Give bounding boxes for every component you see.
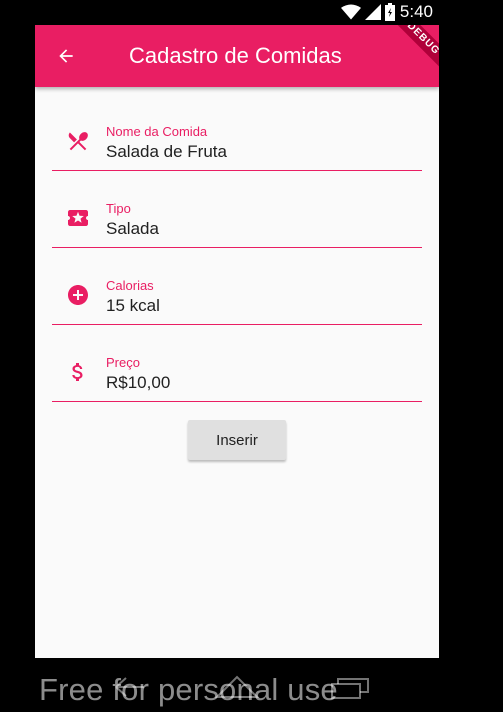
app-bar: Cadastro de Comidas DEBUG: [35, 25, 439, 87]
field-label: Preço: [106, 355, 140, 370]
field-label: Tipo: [106, 201, 131, 216]
back-button[interactable]: [49, 39, 83, 73]
field-value[interactable]: Salada de Fruta: [106, 142, 227, 162]
wifi-icon: [341, 4, 361, 20]
page-title: Cadastro de Comidas: [129, 43, 342, 68]
field-label: Calorias: [106, 278, 154, 293]
debug-banner: DEBUG: [389, 25, 439, 73]
status-bar: 5:40: [0, 0, 503, 24]
field-value[interactable]: Salada: [106, 219, 159, 239]
battery-icon: [385, 3, 395, 21]
field-value[interactable]: 15 kcal: [106, 296, 160, 316]
signal-icon: [365, 4, 381, 20]
add-circle-icon: [66, 283, 90, 307]
status-time: 5:40: [399, 2, 433, 21]
field-value[interactable]: R$10,00: [106, 373, 170, 393]
status-icons: [341, 3, 395, 21]
app-screen: Cadastro de Comidas DEBUG Nome da Comida…: [35, 25, 439, 658]
insert-button[interactable]: Inserir: [188, 420, 286, 460]
price-field[interactable]: Preço R$10,00: [52, 324, 422, 402]
dollar-icon: [66, 360, 90, 384]
fork-knife-icon: [66, 129, 90, 153]
food-name-field[interactable]: Nome da Comida Salada de Fruta: [52, 93, 422, 171]
arrow-back-icon: [59, 49, 73, 63]
type-field[interactable]: Tipo Salada: [52, 170, 422, 248]
ticket-icon: [66, 206, 90, 230]
field-label: Nome da Comida: [106, 124, 208, 139]
watermark-text: Free for personal use: [39, 672, 338, 707]
calories-field[interactable]: Calorias 15 kcal: [52, 247, 422, 325]
